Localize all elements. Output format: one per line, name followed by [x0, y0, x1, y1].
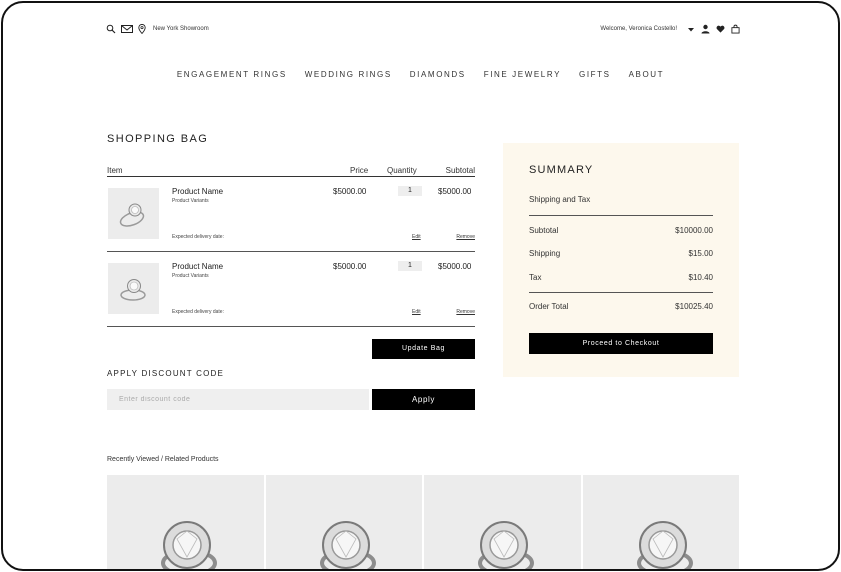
apply-discount-button[interactable]: Apply [372, 389, 475, 410]
shipping-value: $15.00 [688, 249, 713, 258]
order-summary: SUMMARY Shipping and Tax Subtotal $10000… [503, 143, 739, 377]
nav-engagement-rings[interactable]: ENGAGEMENT RINGS [177, 70, 287, 79]
edit-link[interactable]: Edit [412, 309, 421, 315]
header-item: Item [107, 166, 123, 175]
showroom-link[interactable]: New York Showroom [153, 26, 209, 32]
product-image[interactable] [108, 263, 159, 314]
nav-diamonds[interactable]: DIAMONDS [410, 70, 466, 79]
page-frame: New York Showroom Welcome, Veronica Cost… [1, 1, 840, 571]
recently-viewed-title: Recently Viewed / Related Products [107, 456, 219, 463]
quantity-input[interactable]: 1 [398, 261, 422, 271]
ring-image-icon [161, 521, 217, 569]
nav-fine-jewelry[interactable]: FINE JEWELRY [484, 70, 561, 79]
mail-icon[interactable] [121, 24, 133, 34]
summary-shipping-row: Shipping $15.00 [529, 249, 713, 258]
product-card[interactable] [265, 475, 422, 569]
product-name[interactable]: Product Name [172, 187, 223, 196]
header-subtotal: Subtotal [445, 166, 475, 175]
top-right-group: Welcome, Veronica Costello! [600, 24, 740, 34]
expected-delivery: Expected delivery date: [172, 309, 224, 315]
bag-icon[interactable] [731, 24, 740, 34]
product-variants: Product Variants [172, 273, 209, 279]
proceed-to-checkout-button[interactable]: Proceed to Checkout [529, 333, 713, 354]
subtotal-label: Subtotal [529, 226, 559, 235]
summary-divider [529, 292, 713, 293]
ring-image-icon [478, 521, 534, 569]
top-left-group: New York Showroom [106, 24, 209, 34]
page-title: SHOPPING BAG [107, 133, 209, 145]
update-bag-button[interactable]: Update Bag [372, 339, 475, 359]
main-nav: ENGAGEMENT RINGS WEDDING RINGS DIAMONDS … [3, 70, 838, 79]
tax-label: Tax [529, 273, 542, 282]
chevron-down-icon[interactable] [687, 24, 695, 34]
user-icon[interactable] [701, 24, 710, 34]
discount-code-input[interactable] [107, 389, 369, 410]
product-card[interactable] [424, 475, 581, 569]
ring-image-icon [319, 521, 376, 569]
location-pin-icon[interactable] [138, 24, 146, 34]
subtotal-value: $10000.00 [675, 226, 713, 235]
product-card[interactable] [582, 475, 739, 569]
product-name[interactable]: Product Name [172, 262, 223, 271]
cart-row: Product Name Product Variants $5000.00 1… [107, 252, 475, 327]
discount-title: APPLY DISCOUNT CODE [107, 369, 225, 378]
product-variants: Product Variants [172, 198, 209, 204]
product-card[interactable] [107, 475, 264, 569]
tax-value: $10.40 [688, 273, 713, 282]
summary-title: SUMMARY [529, 164, 594, 176]
product-image[interactable] [108, 188, 159, 239]
shipping-and-tax-toggle[interactable]: Shipping and Tax [529, 195, 590, 204]
nav-about[interactable]: ABOUT [629, 70, 665, 79]
edit-link[interactable]: Edit [412, 234, 421, 240]
product-price: $5000.00 [333, 187, 367, 196]
product-subtotal: $5000.00 [438, 187, 472, 196]
related-products [107, 475, 739, 569]
summary-subtotal-row: Subtotal $10000.00 [529, 226, 713, 235]
summary-tax-row: Tax $10.40 [529, 273, 713, 282]
search-icon[interactable] [106, 24, 116, 34]
heart-icon[interactable] [716, 24, 725, 34]
quantity-input[interactable]: 1 [398, 186, 422, 196]
cart-table-header: Item Price Quantity Subtotal [107, 165, 475, 177]
top-bar: New York Showroom Welcome, Veronica Cost… [106, 23, 740, 39]
welcome-text: Welcome, Veronica Costello! [600, 26, 677, 32]
summary-total-row: Order Total $10025.40 [529, 302, 713, 311]
shipping-label: Shipping [529, 249, 561, 258]
ring-image-icon [636, 521, 693, 569]
order-total-label: Order Total [529, 302, 569, 311]
cart-table: Item Price Quantity Subtotal Product Nam… [107, 165, 475, 327]
remove-link[interactable]: Remove [456, 234, 475, 240]
header-price: Price [350, 166, 369, 175]
expected-delivery: Expected delivery date: [172, 234, 224, 240]
order-total-value: $10025.40 [675, 302, 713, 311]
remove-link[interactable]: Remove [456, 309, 475, 315]
nav-gifts[interactable]: GIFTS [579, 70, 611, 79]
ring-image-icon [119, 203, 145, 227]
product-price: $5000.00 [333, 262, 367, 271]
ring-image-icon [120, 279, 146, 301]
summary-divider [529, 215, 713, 216]
nav-wedding-rings[interactable]: WEDDING RINGS [305, 70, 392, 79]
product-subtotal: $5000.00 [438, 262, 472, 271]
cart-row: Product Name Product Variants $5000.00 1… [107, 177, 475, 252]
header-quantity: Quantity [387, 166, 417, 175]
